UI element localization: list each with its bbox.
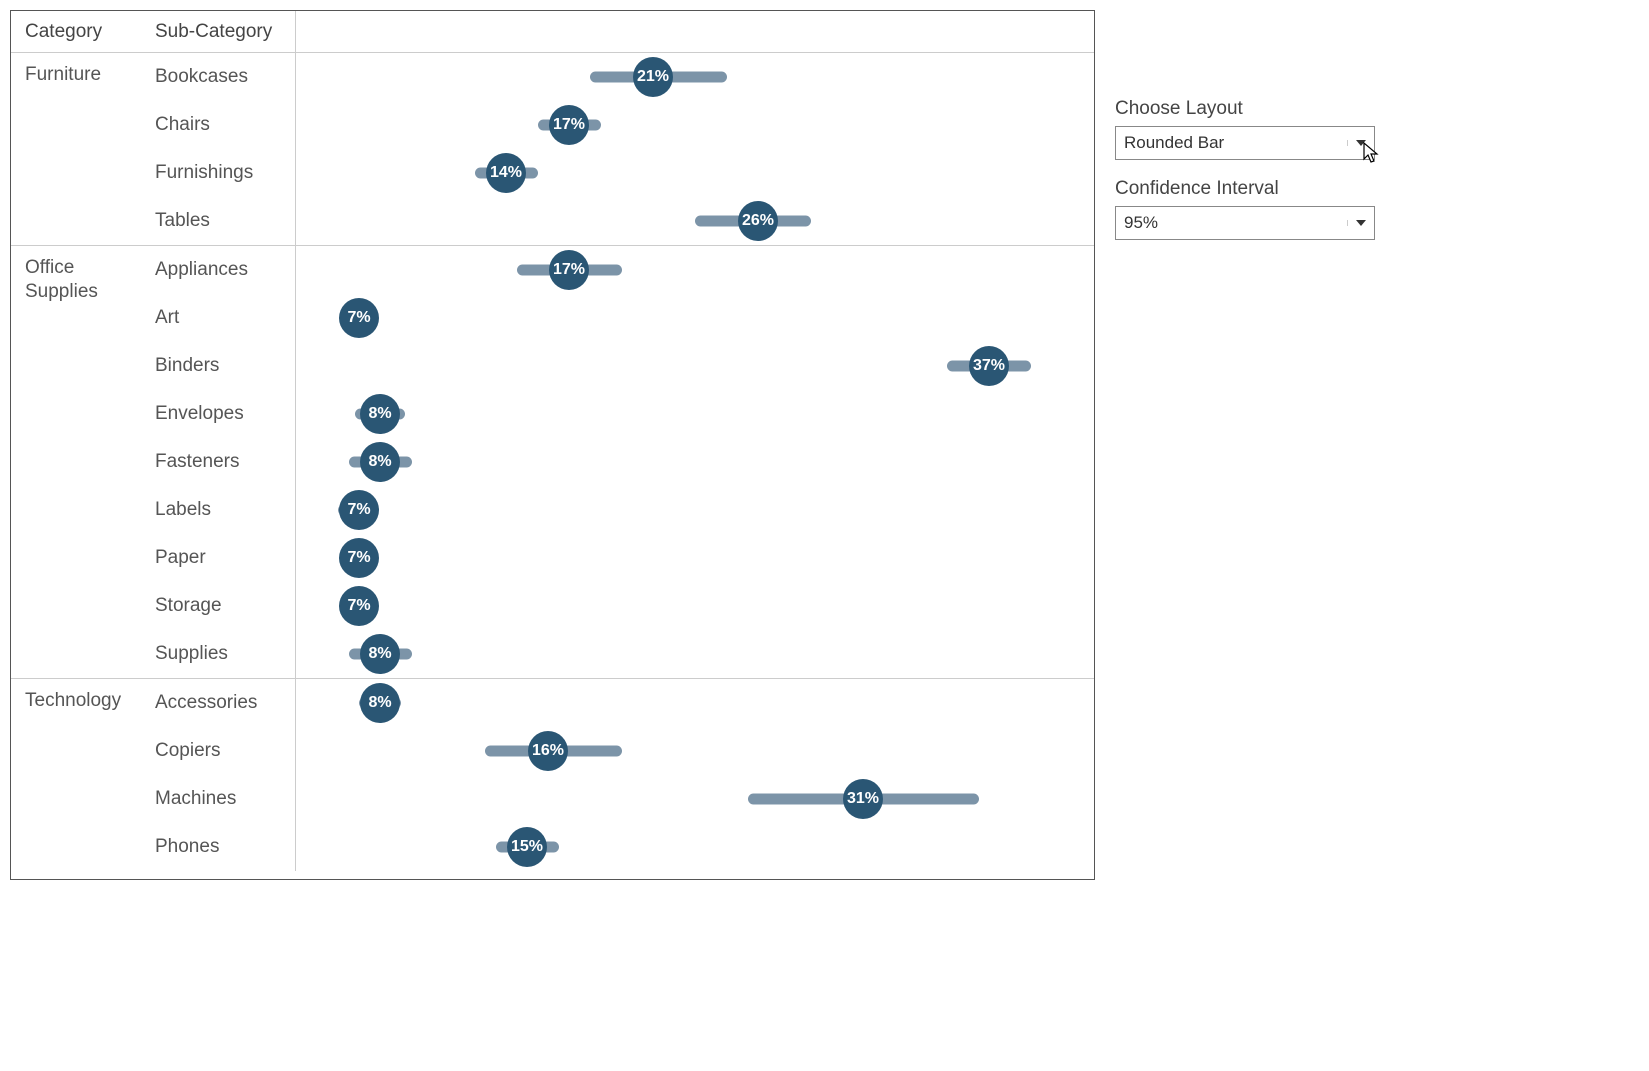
chart-row: Tables 26% bbox=[151, 197, 1094, 245]
chart-row: Chairs 17% bbox=[151, 101, 1094, 149]
subcategory-label: Chairs bbox=[151, 101, 296, 149]
plot-area: 7% bbox=[296, 582, 1094, 630]
data-point[interactable]: 31% bbox=[843, 779, 883, 819]
plot-area: 17% bbox=[296, 246, 1094, 294]
subcategory-label: Bookcases bbox=[151, 53, 296, 101]
data-point[interactable]: 8% bbox=[360, 683, 400, 723]
chart-header: Category Sub-Category bbox=[11, 11, 1094, 53]
confidence-label: Confidence Interval bbox=[1115, 178, 1375, 200]
data-point[interactable]: 21% bbox=[633, 57, 673, 97]
subcategory-label: Phones bbox=[151, 823, 296, 871]
chart-row: Phones 15% bbox=[151, 823, 1094, 871]
plot-area: 14% bbox=[296, 149, 1094, 197]
subcategory-label: Fasteners bbox=[151, 438, 296, 486]
layout-dropdown-value: Rounded Bar bbox=[1124, 133, 1224, 153]
chevron-down-icon bbox=[1347, 220, 1366, 226]
plot-area: 21% bbox=[296, 53, 1094, 101]
data-point[interactable]: 37% bbox=[969, 346, 1009, 386]
chart-row: Paper 7% bbox=[151, 534, 1094, 582]
category-group: Office SuppliesAppliances17%Art7%Binders… bbox=[11, 246, 1094, 679]
plot-area: 8% bbox=[296, 390, 1094, 438]
data-point[interactable]: 8% bbox=[360, 442, 400, 482]
chart-row: Fasteners 8% bbox=[151, 438, 1094, 486]
subcategory-label: Art bbox=[151, 294, 296, 342]
plot-area: 8% bbox=[296, 438, 1094, 486]
subcategory-label: Copiers bbox=[151, 727, 296, 775]
chart-row: Labels 7% bbox=[151, 486, 1094, 534]
chart-row: Machines 31% bbox=[151, 775, 1094, 823]
layout-label: Choose Layout bbox=[1115, 98, 1375, 120]
subcategory-label: Accessories bbox=[151, 679, 296, 727]
subcategory-label: Tables bbox=[151, 197, 296, 245]
plot-area: 31% bbox=[296, 775, 1094, 823]
subcategory-label: Machines bbox=[151, 775, 296, 823]
data-point[interactable]: 14% bbox=[486, 153, 526, 193]
data-point[interactable]: 17% bbox=[549, 250, 589, 290]
chart-row: Supplies 8% bbox=[151, 630, 1094, 678]
subcategory-label: Storage bbox=[151, 582, 296, 630]
plot-area: 8% bbox=[296, 630, 1094, 678]
chevron-down-icon bbox=[1347, 140, 1366, 146]
category-group: TechnologyAccessories8%Copiers16%Machine… bbox=[11, 679, 1094, 871]
plot-area: 7% bbox=[296, 486, 1094, 534]
plot-area: 8% bbox=[296, 679, 1094, 727]
chart-row: Furnishings 14% bbox=[151, 149, 1094, 197]
chart-row: Copiers 16% bbox=[151, 727, 1094, 775]
chart-row: Appliances 17% bbox=[151, 246, 1094, 294]
rows-area: Bookcases21%Chairs17%Furnishings14%Table… bbox=[151, 53, 1094, 245]
subcategory-label: Paper bbox=[151, 534, 296, 582]
rows-area: Accessories8%Copiers16%Machines31%Phones… bbox=[151, 679, 1094, 871]
plot-area: 26% bbox=[296, 197, 1094, 245]
layout-dropdown[interactable]: Rounded Bar bbox=[1115, 126, 1375, 160]
controls-sidebar: Choose Layout Rounded Bar Confidence Int… bbox=[1115, 10, 1375, 880]
chart-row: Art 7% bbox=[151, 294, 1094, 342]
chart-row: Bookcases 21% bbox=[151, 53, 1094, 101]
data-point[interactable]: 7% bbox=[339, 298, 379, 338]
data-point[interactable]: 7% bbox=[339, 538, 379, 578]
data-point[interactable]: 26% bbox=[738, 201, 778, 241]
data-point[interactable]: 8% bbox=[360, 634, 400, 674]
plot-area: 7% bbox=[296, 534, 1094, 582]
plot-area: 37% bbox=[296, 342, 1094, 390]
data-point[interactable]: 15% bbox=[507, 827, 547, 867]
rows-area: Appliances17%Art7%Binders37%Envelopes8%F… bbox=[151, 246, 1094, 678]
category-label: Office Supplies bbox=[11, 246, 151, 678]
data-point[interactable]: 7% bbox=[339, 490, 379, 530]
plot-area: 16% bbox=[296, 727, 1094, 775]
category-label: Technology bbox=[11, 679, 151, 871]
header-subcategory: Sub-Category bbox=[151, 11, 296, 52]
chart-row: Storage 7% bbox=[151, 582, 1094, 630]
plot-area: 17% bbox=[296, 101, 1094, 149]
chart-panel: Category Sub-Category FurnitureBookcases… bbox=[10, 10, 1095, 880]
data-point[interactable]: 17% bbox=[549, 105, 589, 145]
subcategory-label: Labels bbox=[151, 486, 296, 534]
category-group: FurnitureBookcases21%Chairs17%Furnishing… bbox=[11, 53, 1094, 246]
category-label: Furniture bbox=[11, 53, 151, 245]
subcategory-label: Appliances bbox=[151, 246, 296, 294]
subcategory-label: Supplies bbox=[151, 630, 296, 678]
header-category: Category bbox=[11, 11, 151, 52]
subcategory-label: Binders bbox=[151, 342, 296, 390]
subcategory-label: Envelopes bbox=[151, 390, 296, 438]
data-point[interactable]: 16% bbox=[528, 731, 568, 771]
plot-area: 7% bbox=[296, 294, 1094, 342]
data-point[interactable]: 8% bbox=[360, 394, 400, 434]
subcategory-label: Furnishings bbox=[151, 149, 296, 197]
confidence-dropdown-value: 95% bbox=[1124, 213, 1158, 233]
data-point[interactable]: 7% bbox=[339, 586, 379, 626]
chart-body: FurnitureBookcases21%Chairs17%Furnishing… bbox=[11, 53, 1094, 879]
confidence-dropdown[interactable]: 95% bbox=[1115, 206, 1375, 240]
chart-row: Binders 37% bbox=[151, 342, 1094, 390]
chart-row: Envelopes 8% bbox=[151, 390, 1094, 438]
plot-area: 15% bbox=[296, 823, 1094, 871]
chart-row: Accessories 8% bbox=[151, 679, 1094, 727]
